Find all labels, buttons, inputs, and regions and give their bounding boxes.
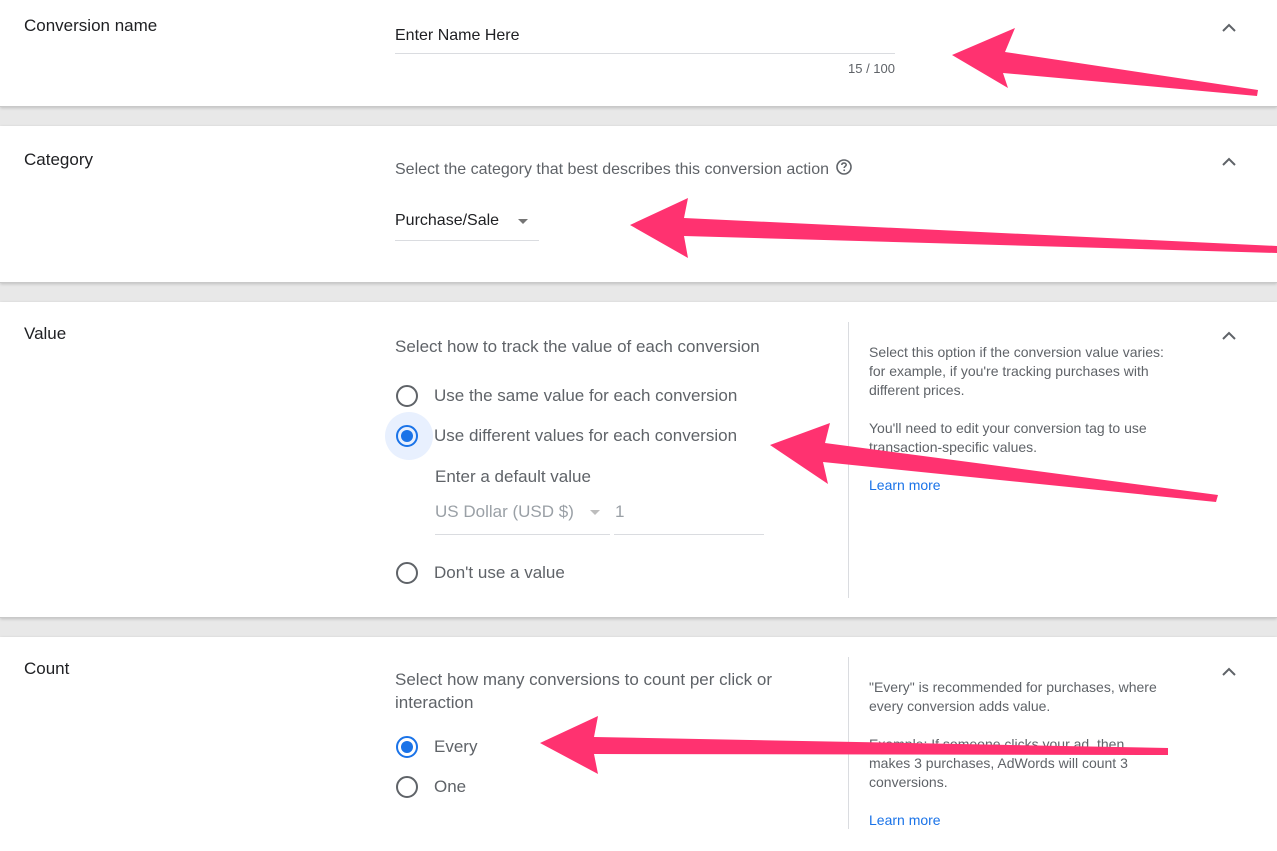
radio-button-checked[interactable]	[396, 736, 418, 758]
currency-select[interactable]: US Dollar (USD $)	[435, 500, 610, 535]
chevron-up-icon[interactable]	[1219, 329, 1239, 343]
currency-value: US Dollar (USD $)	[435, 502, 574, 521]
count-help-text-1: "Every" is recommended for purchases, wh…	[869, 679, 1157, 714]
value-learn-more-link[interactable]: Learn more	[869, 477, 941, 493]
count-learn-more-link[interactable]: Learn more	[869, 812, 941, 828]
radio-button[interactable]	[396, 562, 418, 584]
radio-label: Use the same value for each conversion	[434, 386, 738, 405]
character-counter: 15 / 100	[848, 61, 895, 76]
radio-button[interactable]	[396, 776, 418, 798]
value-help-text-1: Select this option if the conversion val…	[869, 344, 1164, 398]
value-help-text-2: You'll need to edit your conversion tag …	[869, 420, 1147, 455]
category-section: Category Select the category that best d…	[0, 126, 1277, 283]
default-value-input[interactable]: 1	[614, 500, 764, 535]
help-divider	[848, 657, 849, 829]
value-option-same[interactable]: Use the same value for each conversion	[396, 383, 737, 409]
default-value-amount: 1	[615, 502, 625, 521]
caret-down-icon	[518, 219, 528, 224]
radio-button-checked[interactable]	[396, 425, 418, 447]
count-prompt: Select how many conversions to count per…	[395, 670, 773, 712]
radio-label: Don't use a value	[434, 563, 565, 582]
conversion-name-input[interactable]	[395, 18, 895, 54]
chevron-up-icon[interactable]	[1219, 21, 1239, 35]
count-option-one[interactable]: One	[396, 774, 466, 800]
caret-down-icon	[590, 510, 600, 515]
radio-label: Every	[434, 737, 478, 756]
conversion-name-section: Conversion name 15 / 100	[0, 0, 1277, 107]
radio-label: Use different values for each conversion	[434, 426, 738, 445]
value-option-different[interactable]: Use different values for each conversion	[396, 423, 737, 449]
default-value-label: Enter a default value	[435, 467, 591, 486]
value-section: Value Select how to track the value of e…	[0, 302, 1277, 618]
help-divider	[848, 322, 849, 598]
category-selected-value: Purchase/Sale	[395, 212, 500, 229]
help-circle-icon[interactable]	[835, 158, 853, 176]
section-title: Count	[24, 659, 70, 678]
category-prompt-text: Select the category that best describes …	[395, 161, 830, 178]
value-option-none[interactable]: Don't use a value	[396, 560, 565, 586]
category-prompt: Select the category that best describes …	[395, 158, 853, 179]
chevron-up-icon[interactable]	[1219, 155, 1239, 169]
radio-label: One	[434, 777, 467, 796]
count-option-every[interactable]: Every	[396, 734, 477, 760]
value-prompt: Select how to track the value of each co…	[395, 337, 760, 356]
section-title: Value	[24, 324, 67, 343]
section-title: Conversion name	[24, 16, 158, 35]
count-section: Count Select how many conversions to cou…	[0, 637, 1277, 851]
count-help-text-2: Example: If someone clicks your ad, then…	[869, 736, 1128, 790]
chevron-up-icon[interactable]	[1219, 665, 1239, 679]
radio-button[interactable]	[396, 385, 418, 407]
category-select[interactable]: Purchase/Sale	[395, 209, 539, 241]
section-title: Category	[24, 150, 93, 169]
